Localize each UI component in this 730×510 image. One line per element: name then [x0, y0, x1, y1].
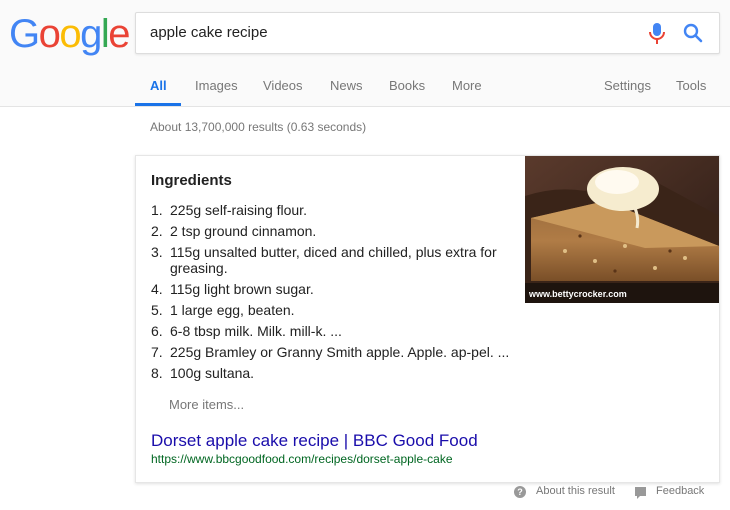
tab-more[interactable]: More	[452, 78, 482, 93]
list-item: 7. 225g Bramley or Granny Smith apple. Ap…	[151, 344, 536, 360]
feedback-link[interactable]: Feedback	[656, 485, 704, 497]
result-stats: About 13,700,000 results (0.63 seconds)	[150, 120, 367, 134]
logo-letter: o	[59, 12, 81, 56]
list-item: 4. 115g light brown sugar.	[151, 281, 536, 297]
question-icon: ?	[514, 486, 526, 498]
item-text: 6-8 tbsp milk. Milk. mill-k. ...	[170, 323, 342, 339]
item-text: 225g Bramley or Granny Smith apple. Appl…	[170, 344, 510, 360]
cake-photo	[525, 156, 719, 303]
tab-settings[interactable]: Settings	[604, 78, 651, 93]
item-text: 1 large egg, beaten.	[170, 302, 295, 318]
search-input[interactable]: apple cake recipe	[150, 24, 268, 41]
active-tab-indicator	[135, 103, 181, 106]
list-item: 3. 115g unsalted butter, diced and chille…	[151, 244, 536, 276]
tab-tools[interactable]: Tools	[676, 78, 706, 93]
recipe-image[interactable]: www.bettycrocker.com	[525, 156, 719, 303]
item-text: 115g light brown sugar.	[170, 281, 314, 297]
tab-images[interactable]: Images	[195, 78, 238, 93]
logo-letter: o	[38, 12, 61, 56]
result-url: https://www.bbcgoodfood.com/recipes/dors…	[151, 452, 453, 466]
list-item: 1. 225g self-raising flour.	[151, 202, 536, 218]
item-number: 8.	[151, 365, 163, 381]
mic-icon[interactable]	[646, 22, 668, 46]
ingredient-list: 1. 225g self-raising flour. 2. 2 tsp groun…	[151, 202, 536, 386]
list-item: 6. 6-8 tbsp milk. Milk. mill-k. ...	[151, 323, 536, 339]
feedback-icon	[635, 487, 646, 499]
more-items-link[interactable]: More items...	[169, 397, 244, 412]
logo-letter: l	[100, 12, 110, 56]
item-text: 225g self-raising flour.	[170, 202, 307, 218]
item-number: 5.	[151, 302, 163, 318]
logo-letter: e	[108, 12, 130, 56]
item-number: 7.	[151, 344, 163, 360]
search-tabs: All Images Videos News Books More Settin…	[0, 72, 730, 106]
item-number: 3.	[151, 244, 163, 260]
item-text: 2 tsp ground cinnamon.	[170, 223, 317, 239]
list-item: 8. 100g sultana.	[151, 365, 536, 381]
result-title-link[interactable]: Dorset apple cake recipe | BBC Good Food	[151, 431, 478, 451]
item-text: 115g unsalted butter, diced and chilled,…	[170, 244, 497, 276]
list-item: 2. 2 tsp ground cinnamon.	[151, 223, 536, 239]
snippet-heading: Ingredients	[151, 172, 232, 189]
item-number: 6.	[151, 323, 163, 339]
tab-all[interactable]: All	[150, 78, 167, 93]
item-number: 4.	[151, 281, 163, 297]
featured-snippet: Ingredients 1. 225g self-raising flour. 2…	[135, 155, 720, 483]
tab-books[interactable]: Books	[389, 78, 425, 93]
image-source-caption: www.bettycrocker.com	[529, 289, 627, 299]
list-item: 5. 1 large egg, beaten.	[151, 302, 536, 318]
search-box[interactable]: apple cake recipe	[135, 12, 720, 54]
tab-videos[interactable]: Videos	[263, 78, 303, 93]
item-number: 2.	[151, 223, 163, 239]
logo-letter: g	[80, 12, 102, 56]
item-number: 1.	[151, 202, 163, 218]
item-text: 100g sultana.	[170, 365, 255, 381]
about-this-result-link[interactable]: About this result	[536, 485, 615, 497]
logo-letter: G	[9, 12, 40, 56]
search-icon[interactable]	[682, 22, 704, 44]
google-logo[interactable]: Google	[9, 10, 130, 58]
tab-news[interactable]: News	[330, 78, 363, 93]
